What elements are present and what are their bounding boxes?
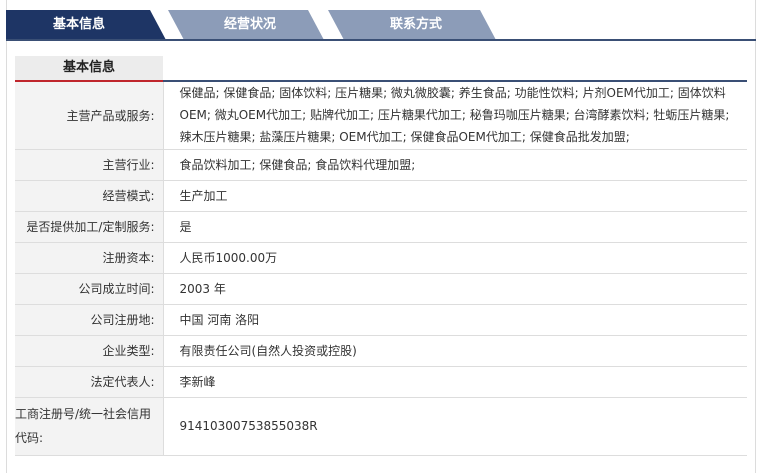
table-row: 公司注册地: 中国 河南 洛阳 [15, 304, 747, 336]
row-label-custom-service: 是否提供加工/定制服务: [15, 211, 164, 243]
tab-business-status-label: 经营状况 [223, 17, 276, 32]
section-title: 基本信息 [15, 56, 163, 82]
row-label-established: 公司成立时间: [15, 273, 164, 305]
tab-contact-label: 联系方式 [389, 17, 442, 32]
table-row: 经营模式: 生产加工 [15, 180, 747, 212]
basic-info-table: 主营产品或服务: 保健品; 保健食品; 固体饮料; 压片糖果; 微丸微胶囊; 养… [15, 82, 747, 456]
tab-basic-info-label: 基本信息 [52, 17, 105, 32]
row-value-business-model: 生产加工 [163, 180, 747, 212]
table-row: 主营行业: 食品饮料加工; 保健食品; 食品饮料代理加盟; [15, 149, 747, 181]
row-value-custom-service: 是 [163, 211, 747, 243]
table-row: 工商注册号/统一社会信用代码: 91410300753855038R [15, 397, 747, 456]
tab-bar: 基本信息 经营状况 联系方式 [6, 10, 756, 40]
table-row: 公司成立时间: 2003 年 [15, 273, 747, 305]
tab-basic-info[interactable]: 基本信息 [6, 10, 166, 40]
row-value-company-type: 有限责任公司(自然人投资或控股) [163, 335, 747, 367]
row-label-legal-rep: 法定代表人: [15, 366, 164, 398]
row-value-established: 2003 年 [163, 273, 747, 305]
tab-business-status[interactable]: 经营状况 [168, 10, 324, 40]
row-value-main-products[interactable]: 保健品; 保健食品; 固体饮料; 压片糖果; 微丸微胶囊; 养生食品; 功能性饮… [163, 82, 747, 150]
row-label-business-model: 经营模式: [15, 180, 164, 212]
tab-underline [6, 39, 756, 41]
row-label-registered-capital: 注册资本: [15, 242, 164, 274]
table-row: 注册资本: 人民币1000.00万 [15, 242, 747, 274]
table-row: 法定代表人: 李新峰 [15, 366, 747, 398]
table-row: 主营产品或服务: 保健品; 保健食品; 固体饮料; 压片糖果; 微丸微胶囊; 养… [15, 82, 747, 150]
row-value-registered-place: 中国 河南 洛阳 [163, 304, 747, 336]
row-label-registered-place: 公司注册地: [15, 304, 164, 336]
row-label-company-type: 企业类型: [15, 335, 164, 367]
tab-contact[interactable]: 联系方式 [328, 10, 496, 40]
row-label-main-products: 主营产品或服务: [15, 82, 164, 150]
table-row: 企业类型: 有限责任公司(自然人投资或控股) [15, 335, 747, 367]
row-value-registered-capital: 人民币1000.00万 [163, 242, 747, 274]
row-value-main-industry[interactable]: 食品饮料加工; 保健食品; 食品饮料代理加盟; [163, 149, 747, 181]
row-value-credit-code: 91410300753855038R [163, 397, 747, 456]
table-row: 是否提供加工/定制服务: 是 [15, 211, 747, 243]
row-value-legal-rep: 李新峰 [163, 366, 747, 398]
row-label-credit-code: 工商注册号/统一社会信用代码: [15, 397, 164, 456]
row-label-main-industry: 主营行业: [15, 149, 164, 181]
